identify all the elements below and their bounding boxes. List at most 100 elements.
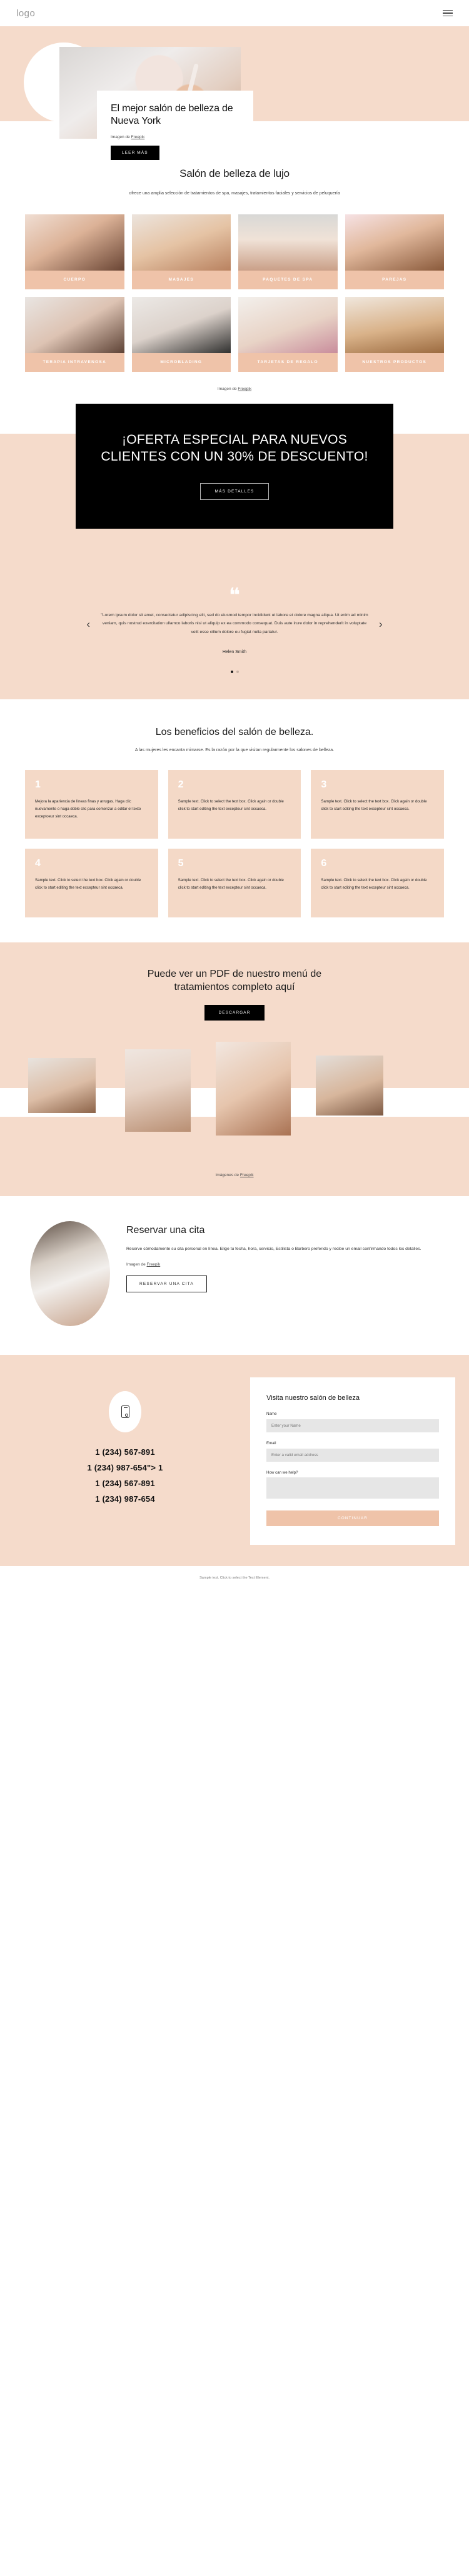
benefit-number: 5 (178, 858, 184, 869)
testimonial-author: Helen Smith (222, 649, 247, 654)
service-label: TERAPIA INTRAVENOSA (25, 353, 124, 372)
freepik-link[interactable]: Freepik (238, 387, 251, 391)
contact-section: 1 (234) 567-891 1 (234) 987-654"> 1 1 (2… (0, 1355, 469, 1567)
contact-submit-button[interactable]: CONTINUAR (266, 1510, 439, 1527)
hero-section: El mejor salón de belleza de Nueva York … (0, 26, 469, 161)
benefit-card: 4 Sample text. Click to select the text … (25, 849, 158, 918)
phone-number[interactable]: 1 (234) 567-891 (0, 1447, 250, 1457)
book-appointment-button[interactable]: RESERVAR UNA CITA (126, 1276, 207, 1293)
service-label: TARJETAS DE REGALO (238, 353, 338, 372)
service-image (345, 297, 444, 354)
service-label: NUESTROS PRODUCTOS (345, 353, 444, 372)
hero-image-credit: Imagen de Freepik (111, 135, 240, 139)
gallery-image-1 (28, 1058, 96, 1114)
booking-section: Reservar una cita Reserve cómodamente su… (0, 1196, 469, 1355)
benefit-number: 1 (35, 779, 41, 791)
service-image (131, 297, 231, 354)
service-card[interactable]: MASAJES (131, 214, 231, 290)
offer-title: ¡OFERTA ESPECIAL PARA NUEVOS CLIENTES CO… (101, 432, 368, 464)
quote-icon: ❝ (228, 584, 241, 607)
service-grid-row-1: CUERPO MASAJES PAQUETES DE SPA PAREJAS (0, 214, 469, 290)
site-logo[interactable]: logo (16, 8, 35, 19)
benefit-number: 6 (321, 858, 327, 869)
benefit-number: 3 (321, 779, 327, 791)
phone-number[interactable]: 1 (234) 567-891 (0, 1479, 250, 1488)
benefit-text: Sample text. Click to select the text bo… (178, 799, 284, 812)
carousel-prev-icon[interactable]: ‹ (86, 619, 90, 629)
credit-prefix: Imágenes de (215, 1173, 240, 1178)
email-label: Email (266, 1441, 276, 1446)
credit-prefix: Imagen de (111, 134, 131, 139)
freepik-link[interactable]: Freepik (131, 135, 145, 139)
service-card[interactable]: MICROBLADING (131, 297, 231, 372)
gallery-image-4 (316, 1056, 383, 1116)
pdf-gallery (0, 1042, 469, 1167)
pdf-image-credit: Imágenes de Freepik (0, 1173, 469, 1196)
page-root: logo El mejor salón de belleza de Nueva … (0, 0, 469, 1592)
benefit-text: Mejora la apariencia de líneas finas y a… (35, 799, 141, 819)
service-card[interactable]: CUERPO (25, 214, 124, 290)
carousel-next-icon[interactable]: › (379, 619, 383, 629)
benefit-number: 4 (35, 858, 41, 869)
contact-form: Visita nuestro salón de belleza Name Ema… (250, 1377, 455, 1545)
message-label: How can we help? (266, 1470, 298, 1475)
freepik-link[interactable]: Freepik (147, 1262, 161, 1267)
phone-number[interactable]: 1 (234) 987-654 (0, 1494, 250, 1504)
service-image (238, 297, 338, 354)
service-image (345, 214, 444, 271)
benefits-subtitle: A las mujeres les encanta mimarse. Es la… (134, 747, 335, 752)
hero-text-card: El mejor salón de belleza de Nueva York … (97, 91, 253, 161)
phone-number[interactable]: 1 (234) 987-654"> 1 (0, 1463, 250, 1472)
booking-content: Reservar una cita Reserve cómodamente su… (126, 1221, 439, 1326)
benefit-card: 1 Mejora la apariencia de líneas finas y… (25, 770, 158, 839)
benefit-text: Sample text. Click to select the text bo… (35, 878, 141, 891)
service-card[interactable]: TERAPIA INTRAVENOSA (25, 297, 124, 372)
service-card[interactable]: PAQUETES DE SPA (238, 214, 338, 290)
benefit-card: 2 Sample text. Click to select the text … (168, 770, 301, 839)
benefit-card: 6 Sample text. Click to select the text … (311, 849, 444, 918)
service-image (131, 214, 231, 271)
benefit-card: 5 Sample text. Click to select the text … (168, 849, 301, 918)
hero-title: El mejor salón de belleza de Nueva York (111, 103, 233, 127)
service-card[interactable]: NUESTROS PRODUCTOS (345, 297, 444, 372)
benefit-text: Sample text. Click to select the text bo… (178, 878, 284, 891)
benefits-grid-row-2: 4 Sample text. Click to select the text … (0, 849, 469, 918)
site-header: logo (0, 0, 469, 26)
name-input[interactable] (266, 1419, 439, 1433)
salon-subtitle: ofrece una amplia selección de tratamien… (129, 191, 340, 196)
footer-text: Sample text. Click to select the Text El… (199, 1576, 270, 1580)
service-card[interactable]: PAREJAS (345, 214, 444, 290)
benefits-title: Los beneficios del salón de belleza. (155, 726, 314, 737)
hamburger-menu-icon[interactable] (443, 9, 453, 17)
name-field-group: Name (266, 1412, 439, 1433)
benefit-text: Sample text. Click to select the text bo… (321, 799, 427, 812)
service-label: PAREJAS (345, 271, 444, 290)
salon-image-credit: Imagen de Freepik (0, 387, 469, 391)
contact-phones: 1 (234) 567-891 1 (234) 987-654"> 1 1 (2… (0, 1377, 250, 1545)
service-image (238, 214, 338, 271)
email-input[interactable] (266, 1449, 439, 1462)
carousel-dot-active[interactable] (230, 670, 233, 673)
freepik-link[interactable]: Freepik (240, 1173, 254, 1177)
message-input[interactable] (266, 1477, 439, 1499)
booking-text: Reserve cómodamente su cita personal en … (126, 1247, 421, 1252)
benefit-text: Sample text. Click to select the text bo… (321, 878, 427, 891)
service-image (25, 214, 124, 271)
pdf-download-button[interactable]: DESCARGAR (204, 1005, 265, 1021)
pdf-section: Puede ver un PDF de nuestro menú de trat… (0, 942, 469, 1197)
service-card[interactable]: TARJETAS DE REGALO (238, 297, 338, 372)
offer-details-button[interactable]: MÁS DETALLES (200, 482, 269, 500)
gallery-image-2 (125, 1049, 191, 1132)
carousel-dots (0, 670, 469, 673)
hero-read-more-button[interactable]: LEER MÁS (111, 145, 159, 160)
service-label: PAQUETES DE SPA (238, 271, 338, 290)
credit-prefix: Imagen de (126, 1262, 147, 1267)
carousel-dot[interactable] (236, 670, 239, 673)
service-label: CUERPO (25, 271, 124, 290)
pdf-title: Puede ver un PDF de nuestro menú de trat… (147, 969, 322, 993)
benefits-section: Los beneficios del salón de belleza. A l… (0, 699, 469, 943)
benefits-grid-row-1: 1 Mejora la apariencia de líneas finas y… (0, 770, 469, 839)
salon-section: Salón de belleza de lujo ofrece una ampl… (0, 139, 469, 392)
offer-section: ¡OFERTA ESPECIAL PARA NUEVOS CLIENTES CO… (0, 391, 469, 588)
service-image (25, 297, 124, 354)
